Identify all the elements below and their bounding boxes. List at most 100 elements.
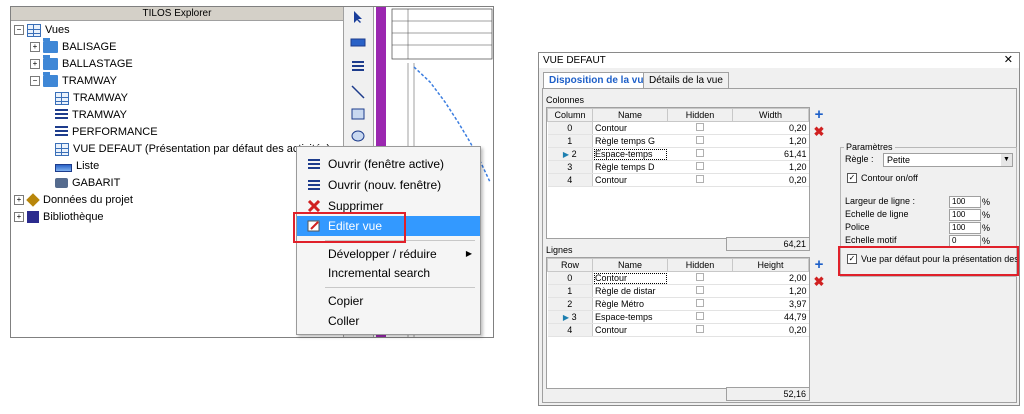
menu-expand-collapse[interactable]: Développer / réduire ▶ xyxy=(297,244,480,264)
row-name[interactable]: Contour xyxy=(592,121,668,135)
tree-item-bibliotheque[interactable]: + Bibliothèque xyxy=(14,209,104,226)
row-height[interactable]: 2,00 xyxy=(732,271,809,285)
row-name[interactable]: Contour xyxy=(592,271,668,285)
bar-tool-icon[interactable] xyxy=(350,35,366,49)
table-row[interactable]: 0 Contour 0,20 xyxy=(547,121,809,135)
tree-item-ballastage[interactable]: + BALLASTAGE xyxy=(30,55,133,73)
expand-icon[interactable]: + xyxy=(30,42,40,53)
chevron-down-icon[interactable]: ▼ xyxy=(1001,154,1012,166)
columns-table[interactable]: Column Name Hidden Width 0 Contour 0,20 1 Règl… xyxy=(546,107,810,239)
row-selected-icon: ▶ xyxy=(562,150,570,159)
menu-label: Ouvrir (nouv. fenêtre) xyxy=(328,178,442,192)
tree-item-donnees-projet[interactable]: + Données du projet xyxy=(14,192,133,209)
menu-paste[interactable]: Coller xyxy=(297,311,480,331)
line-tool-icon[interactable] xyxy=(350,85,366,99)
menu-separator xyxy=(325,287,475,288)
unit-label: % xyxy=(982,223,991,233)
delete-row-icon[interactable]: ✖ xyxy=(813,275,825,288)
row-index-cell: ▶ 2 xyxy=(547,147,593,161)
tree-item-tramway-lines[interactable]: TRAMWAY xyxy=(55,107,127,124)
close-icon[interactable]: ✕ xyxy=(1004,53,1013,68)
tree-label: PERFORMANCE xyxy=(72,126,158,138)
row-name[interactable]: Espace-temps xyxy=(592,147,668,161)
tree-item-performance[interactable]: PERFORMANCE xyxy=(55,124,158,141)
list-tool-icon[interactable] xyxy=(350,60,366,74)
tree-item-gabarit[interactable]: GABARIT xyxy=(55,175,120,192)
menu-label: Coller xyxy=(328,314,360,328)
expand-icon[interactable]: + xyxy=(14,212,24,223)
largeur-input[interactable]: 100 xyxy=(949,196,981,208)
contour-checkbox[interactable]: ✓ xyxy=(847,173,857,183)
hidden-checkbox[interactable] xyxy=(696,175,704,183)
row-width[interactable]: 0,20 xyxy=(732,173,809,187)
hidden-checkbox[interactable] xyxy=(696,286,704,294)
row-name[interactable]: Règle temps G xyxy=(592,134,668,148)
row-selected-icon: ▶ xyxy=(562,313,570,322)
delete-column-icon[interactable]: ✖ xyxy=(813,125,825,138)
table-row[interactable]: 0 Contour 2,00 xyxy=(547,271,809,285)
lines-table[interactable]: Row Name Hidden Height 0 Contour 2,00 1 Règle … xyxy=(546,257,810,389)
menu-open-new[interactable]: Ouvrir (nouv. fenêtre) xyxy=(297,175,480,195)
row-name[interactable]: Règle de distar xyxy=(592,284,668,298)
hidden-checkbox[interactable] xyxy=(696,299,704,307)
menu-open-active[interactable]: Ouvrir (fenêtre active) xyxy=(297,154,480,174)
tree-item-tramway-folder[interactable]: − TRAMWAY xyxy=(30,72,117,90)
tree-item-balisage[interactable]: + BALISAGE xyxy=(30,38,116,56)
row-index: 4 xyxy=(547,173,593,187)
tree-item-vue-defaut[interactable]: VUE DEFAUT (Présentation par défaut des … xyxy=(55,141,330,158)
row-name[interactable]: Contour xyxy=(592,323,668,337)
tab-details[interactable]: Détails de la vue xyxy=(643,72,729,89)
add-column-icon[interactable]: + xyxy=(813,107,825,122)
hidden-checkbox[interactable] xyxy=(696,136,704,144)
submenu-arrow-icon: ▶ xyxy=(465,249,472,258)
hidden-checkbox[interactable] xyxy=(696,312,704,320)
row-height[interactable]: 1,20 xyxy=(732,284,809,298)
hidden-checkbox[interactable] xyxy=(696,325,704,333)
table-row[interactable]: 3 Règle temps D 1,20 xyxy=(547,160,809,174)
menu-incremental-search[interactable]: Incremental search xyxy=(297,263,480,283)
collapse-icon[interactable]: − xyxy=(14,25,24,36)
hidden-checkbox[interactable] xyxy=(696,149,704,157)
rectangle-tool-icon[interactable] xyxy=(350,107,366,121)
table-row[interactable]: 4 Contour 0,20 xyxy=(547,323,809,337)
row-height[interactable]: 44,79 xyxy=(732,310,809,324)
tree-item-tramway-grid[interactable]: TRAMWAY xyxy=(55,90,128,107)
echelle-ligne-input[interactable]: 100 xyxy=(949,209,981,221)
row-height[interactable]: 0,20 xyxy=(732,323,809,337)
table-row[interactable]: ▶ 2 Espace-temps 61,41 xyxy=(547,147,809,161)
table-row[interactable]: ▶ 3 Espace-temps 44,79 xyxy=(547,310,809,324)
folder-icon xyxy=(43,55,58,71)
collapse-icon[interactable]: − xyxy=(30,76,40,87)
unit-label: % xyxy=(982,236,991,246)
hidden-checkbox[interactable] xyxy=(696,162,704,170)
tab-disposition[interactable]: Disposition de la vue xyxy=(543,72,656,89)
hidden-checkbox[interactable] xyxy=(696,273,704,281)
expand-icon[interactable]: + xyxy=(14,195,24,206)
row-name[interactable]: Règle Métro xyxy=(592,297,668,311)
row-name[interactable]: Contour xyxy=(592,173,668,187)
menu-copy[interactable]: Copier xyxy=(297,291,480,311)
police-input[interactable]: 100 xyxy=(949,222,981,234)
add-row-icon[interactable]: + xyxy=(813,257,825,272)
row-width[interactable]: 61,41 xyxy=(732,147,809,161)
library-icon xyxy=(27,211,39,224)
tree-item-vues[interactable]: − Vues xyxy=(14,22,70,39)
ellipse-tool-icon[interactable] xyxy=(350,129,366,143)
table-row[interactable]: 1 Règle de distar 1,20 xyxy=(547,284,809,298)
row-name[interactable]: Règle temps D xyxy=(592,160,668,174)
table-row[interactable]: 4 Contour 0,20 xyxy=(547,173,809,187)
table-row[interactable]: 2 Règle Métro 3,97 xyxy=(547,297,809,311)
expand-icon[interactable]: + xyxy=(30,59,40,70)
pointer-tool-icon[interactable] xyxy=(350,10,366,24)
tree-item-liste[interactable]: Liste xyxy=(55,158,99,175)
regle-select[interactable]: Petite ▼ xyxy=(883,153,1013,167)
hidden-checkbox[interactable] xyxy=(696,123,704,131)
dialog-title: VUE DEFAUT xyxy=(543,55,606,66)
row-height[interactable]: 3,97 xyxy=(732,297,809,311)
row-name[interactable]: Espace-temps xyxy=(592,310,668,324)
police-label: Police xyxy=(845,222,870,232)
row-width[interactable]: 1,20 xyxy=(732,134,809,148)
row-width[interactable]: 1,20 xyxy=(732,160,809,174)
row-width[interactable]: 0,20 xyxy=(732,121,809,135)
table-row[interactable]: 1 Règle temps G 1,20 xyxy=(547,134,809,148)
